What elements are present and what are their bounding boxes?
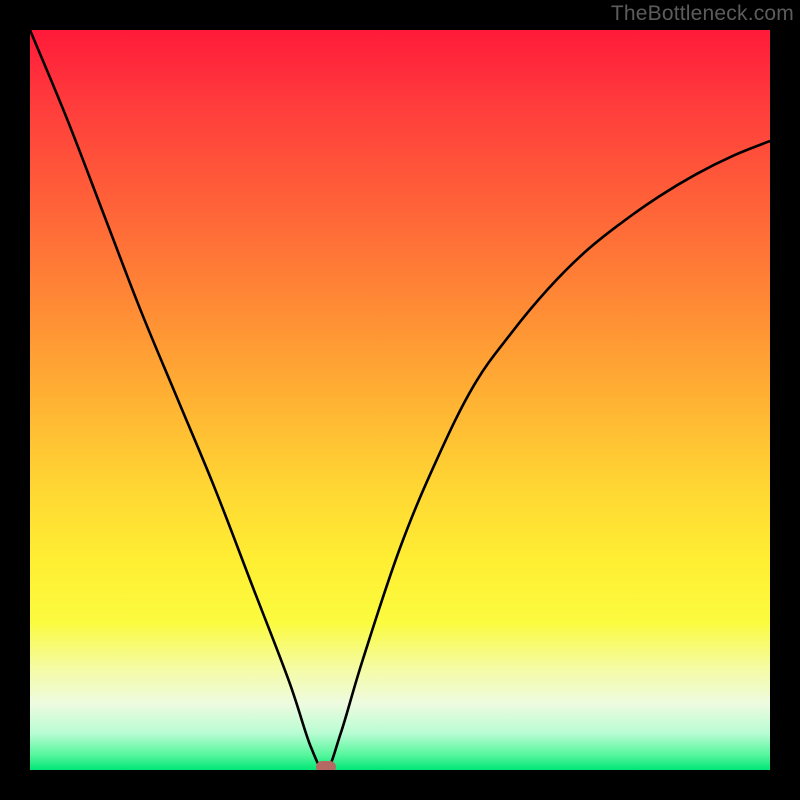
minimum-marker — [316, 761, 336, 770]
plot-area — [30, 30, 770, 770]
bottleneck-curve — [30, 30, 770, 770]
curve-line — [30, 30, 770, 770]
chart-frame: TheBottleneck.com — [0, 0, 800, 800]
watermark-text: TheBottleneck.com — [611, 2, 794, 26]
